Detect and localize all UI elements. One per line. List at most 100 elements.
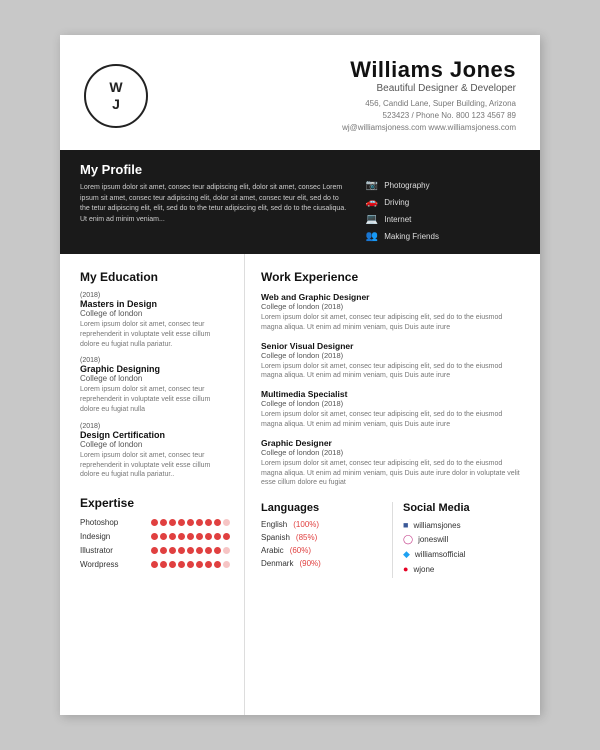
initials-top: W bbox=[109, 79, 122, 96]
dot bbox=[214, 561, 221, 568]
lang-spanish: Spanish (85%) bbox=[261, 533, 382, 542]
work-desc-0: Lorem ipsum dolor sit amet, consec teur … bbox=[261, 313, 524, 333]
work-entry-1: Senior Visual Designer College of london… bbox=[261, 341, 524, 382]
work-entry-3: Graphic Designer College of london (2018… bbox=[261, 438, 524, 488]
social-fb: ■ williamsjones bbox=[403, 520, 524, 530]
education-section-title: My Education bbox=[80, 270, 230, 284]
dot bbox=[187, 533, 194, 540]
work-company-1: College of london (2018) bbox=[261, 351, 524, 360]
bottom-row: Languages English (100%) Spanish (85%) A… bbox=[261, 502, 524, 578]
lang-name-0: English bbox=[261, 520, 287, 529]
profile-title: My Profile bbox=[80, 162, 350, 177]
lang-pct-3: (90%) bbox=[299, 559, 320, 568]
left-column: My Education (2018) Masters in Design Co… bbox=[60, 254, 245, 715]
dot bbox=[187, 519, 194, 526]
resume-header: W J Williams Jones Beautiful Designer & … bbox=[60, 35, 540, 150]
candidate-title: Beautiful Designer & Developer bbox=[166, 83, 516, 94]
work-role-0: Web and Graphic Designer bbox=[261, 292, 524, 302]
work-entry-0: Web and Graphic Designer College of lond… bbox=[261, 292, 524, 333]
expertise-section: Expertise Photoshop bbox=[80, 496, 230, 574]
pinterest-icon: ● bbox=[403, 564, 408, 574]
candidate-name: Williams Jones bbox=[166, 57, 516, 83]
dot bbox=[196, 561, 203, 568]
edu-year-1: (2018) bbox=[80, 357, 230, 364]
edu-school-2: College of london bbox=[80, 440, 230, 449]
expertise-dots-2 bbox=[151, 547, 230, 554]
logo-circle: W J bbox=[84, 64, 148, 128]
work-desc-2: Lorem ipsum dolor sit amet, consec teur … bbox=[261, 410, 524, 430]
lang-pct-1: (85%) bbox=[296, 533, 317, 542]
languages-section: Languages English (100%) Spanish (85%) A… bbox=[261, 502, 382, 578]
social-handle-1: joneswill bbox=[418, 535, 448, 544]
candidate-address: 456, Candid Lane, Super Building, Arizon… bbox=[166, 98, 516, 110]
profile-interests: 📷 Photography 🚗 Driving 💻 Internet 👥 Mak… bbox=[366, 162, 520, 242]
expertise-name-1: Indesign bbox=[80, 532, 135, 541]
edu-entry-0: (2018) Masters in Design College of lond… bbox=[80, 292, 230, 349]
dot bbox=[178, 519, 185, 526]
work-company-2: College of london (2018) bbox=[261, 399, 524, 408]
lang-pct-2: (60%) bbox=[290, 546, 311, 555]
interest-label: Internet bbox=[384, 215, 411, 224]
languages-title: Languages bbox=[261, 502, 382, 514]
work-entry-2: Multimedia Specialist College of london … bbox=[261, 389, 524, 430]
dot bbox=[205, 561, 212, 568]
work-desc-3: Lorem ipsum dolor sit amet, consec teur … bbox=[261, 459, 524, 488]
edu-year-2: (2018) bbox=[80, 423, 230, 430]
lang-name-1: Spanish bbox=[261, 533, 290, 542]
edu-school-1: College of london bbox=[80, 374, 230, 383]
lang-pct-0: (100%) bbox=[293, 520, 319, 529]
lang-denmark: Denmark (90%) bbox=[261, 559, 382, 568]
dot bbox=[178, 561, 185, 568]
expertise-indesign: Indesign bbox=[80, 532, 230, 541]
dot bbox=[187, 547, 194, 554]
bottom-divider bbox=[392, 502, 393, 578]
edu-desc-2: Lorem ipsum dolor sit amet, consec teur … bbox=[80, 451, 230, 480]
dot bbox=[214, 533, 221, 540]
dot bbox=[196, 547, 203, 554]
lang-name-2: Arabic bbox=[261, 546, 284, 555]
dot bbox=[169, 519, 176, 526]
initials-bottom: J bbox=[112, 96, 120, 113]
expertise-title: Expertise bbox=[80, 496, 230, 510]
edu-entry-2: (2018) Design Certification College of l… bbox=[80, 423, 230, 480]
dot bbox=[205, 547, 212, 554]
interest-photography: 📷 Photography bbox=[366, 180, 520, 191]
dot bbox=[160, 519, 167, 526]
header-info: Williams Jones Beautiful Designer & Deve… bbox=[166, 57, 516, 134]
edu-desc-1: Lorem ipsum dolor sit amet, consec teur … bbox=[80, 385, 230, 414]
dot bbox=[169, 533, 176, 540]
edu-degree-2: Design Certification bbox=[80, 430, 230, 440]
instagram-icon: ◯ bbox=[403, 534, 413, 545]
expertise-name-3: Wordpress bbox=[80, 560, 135, 569]
work-company-0: College of london (2018) bbox=[261, 302, 524, 311]
social-tw: ◆ williamsofficial bbox=[403, 549, 524, 560]
work-role-1: Senior Visual Designer bbox=[261, 341, 524, 351]
dot bbox=[151, 519, 158, 526]
dot bbox=[223, 561, 230, 568]
dot bbox=[205, 519, 212, 526]
expertise-illustrator: Illustrator bbox=[80, 546, 230, 555]
social-handle-2: williamsofficial bbox=[415, 550, 466, 559]
friends-icon: 👥 bbox=[366, 231, 378, 242]
expertise-name-0: Photoshop bbox=[80, 518, 135, 527]
driving-icon: 🚗 bbox=[366, 197, 378, 208]
dot bbox=[160, 547, 167, 554]
dot bbox=[151, 533, 158, 540]
work-section-title: Work Experience bbox=[261, 270, 524, 284]
dot bbox=[187, 561, 194, 568]
candidate-phone: 523423 / Phone No. 800 123 4567 89 bbox=[166, 110, 516, 122]
lang-arabic: Arabic (60%) bbox=[261, 546, 382, 555]
right-column: Work Experience Web and Graphic Designer… bbox=[245, 254, 540, 715]
candidate-website: wj@williamsjoness.com www.williamsjoness… bbox=[166, 122, 516, 134]
dot bbox=[178, 547, 185, 554]
dot bbox=[196, 533, 203, 540]
dot bbox=[178, 533, 185, 540]
edu-entry-1: (2018) Graphic Designing College of lond… bbox=[80, 357, 230, 414]
work-company-3: College of london (2018) bbox=[261, 448, 524, 457]
internet-icon: 💻 bbox=[366, 214, 378, 225]
social-handle-0: williamsjones bbox=[413, 521, 460, 530]
dot bbox=[205, 533, 212, 540]
interest-label: Driving bbox=[384, 198, 409, 207]
work-desc-1: Lorem ipsum dolor sit amet, consec teur … bbox=[261, 362, 524, 382]
resume-document: W J Williams Jones Beautiful Designer & … bbox=[60, 35, 540, 715]
